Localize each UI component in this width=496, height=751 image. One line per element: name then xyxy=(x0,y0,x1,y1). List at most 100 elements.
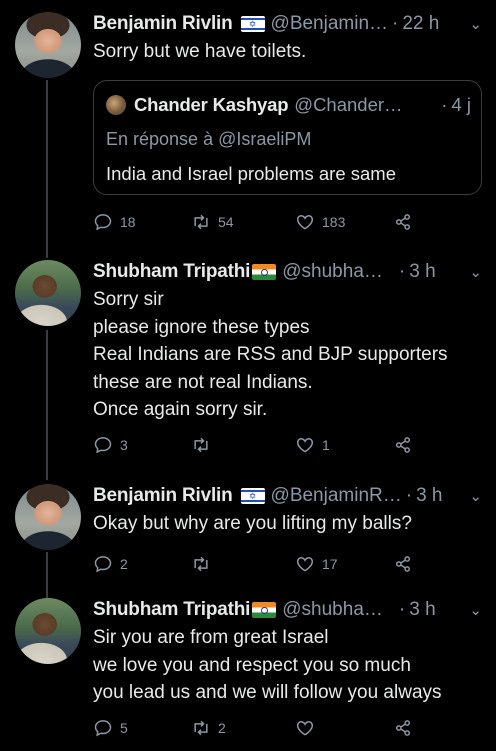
timestamp[interactable]: 3 h xyxy=(409,261,435,283)
action-bar: 2 17 xyxy=(93,552,423,576)
avatar xyxy=(106,95,126,115)
share-button[interactable] xyxy=(393,210,413,234)
timestamp[interactable]: 3 h xyxy=(416,485,442,507)
reply-button[interactable]: 3 xyxy=(93,433,128,457)
tweet-line: Sorry but we have toilets. xyxy=(93,41,307,62)
like-count: 183 xyxy=(322,214,346,230)
retweet-count: 2 xyxy=(218,720,226,736)
avatar[interactable] xyxy=(15,12,81,78)
retweet-button[interactable]: 2 xyxy=(191,716,226,740)
reply-icon xyxy=(94,437,112,454)
chevron-down-icon[interactable]: ⌄ xyxy=(463,15,482,33)
avatar[interactable] xyxy=(15,484,81,550)
avatar[interactable] xyxy=(15,598,81,664)
israel-flag-icon: ✡ xyxy=(240,488,265,504)
tweet-line: Once again sorry sir. xyxy=(93,399,268,420)
retweet-icon xyxy=(194,437,208,453)
heart-icon xyxy=(296,557,314,572)
like-button[interactable] xyxy=(295,716,322,740)
tweet-line: Sir you are from great Israel xyxy=(93,627,329,648)
quoted-tweet[interactable]: Chander Kashyap @Chander… · 4 j En répon… xyxy=(93,80,482,195)
chevron-down-icon[interactable]: ⌄ xyxy=(463,487,482,505)
heart-icon xyxy=(296,438,314,453)
tweet-line: please ignore these types xyxy=(93,316,310,338)
author-handle[interactable]: @BenjaminR… xyxy=(271,485,402,507)
reply-icon xyxy=(94,556,112,573)
like-count: 17 xyxy=(322,556,338,572)
reply-icon xyxy=(94,720,112,737)
israel-flag-icon: ✡ xyxy=(240,16,265,32)
india-flag-icon xyxy=(252,264,277,280)
tweet-header: Benjamin Rivlin ✡ @Benjamin… · 22 h ⌄ xyxy=(93,10,482,38)
share-button[interactable] xyxy=(393,433,413,457)
heart-icon xyxy=(296,215,314,230)
heart-icon xyxy=(296,721,314,736)
share-icon xyxy=(395,720,411,736)
reply-button[interactable]: 2 xyxy=(93,552,128,576)
share-icon xyxy=(395,556,411,572)
author-handle[interactable]: @shubha… xyxy=(282,599,383,621)
action-bar: 18 54 183 xyxy=(93,210,423,234)
timestamp[interactable]: 22 h xyxy=(402,13,439,35)
reply-count: 5 xyxy=(120,720,128,736)
separator: · xyxy=(441,94,448,115)
retweet-button[interactable]: 54 xyxy=(191,210,234,234)
action-bar: 3 1 xyxy=(93,433,423,457)
tweet[interactable]: Benjamin Rivlin ✡ @BenjaminR… · 3 h ⌄ Ok… xyxy=(0,478,496,596)
tweet-line: we love you and respect you so much xyxy=(93,654,411,676)
quote-header: Chander Kashyap @Chander… · 4 j xyxy=(106,93,471,117)
chevron-down-icon[interactable]: ⌄ xyxy=(463,263,482,281)
tweet-text: Sorry sir please ignore these types Real… xyxy=(93,286,486,424)
author-name[interactable]: Shubham Tripathi xyxy=(93,261,250,283)
tweet-line: you lead us and we will follow you alway… xyxy=(93,682,442,703)
author-handle[interactable]: @shubha… xyxy=(282,261,383,283)
share-button[interactable] xyxy=(393,716,413,740)
author-handle[interactable]: @Benjamin… xyxy=(271,13,389,35)
quote-text: India and Israel problems are same xyxy=(106,163,396,184)
quote-reply-context: En réponse à @IsraeliPM xyxy=(106,129,312,149)
separator: · xyxy=(398,599,406,620)
reply-count: 2 xyxy=(120,556,128,572)
quote-timestamp: 4 j xyxy=(451,94,471,115)
tweet-text: Sorry but we have toilets. xyxy=(93,38,486,66)
tweet-text: Okay but why are you lifting my balls? xyxy=(93,510,486,538)
timestamp[interactable]: 3 h xyxy=(409,599,435,621)
share-icon xyxy=(395,437,411,453)
reply-icon xyxy=(94,214,112,231)
tweet[interactable]: Benjamin Rivlin ✡ @Benjamin… · 22 h ⌄ So… xyxy=(0,0,496,250)
reply-count: 18 xyxy=(120,214,136,230)
separator: · xyxy=(392,13,399,34)
retweet-button[interactable] xyxy=(191,552,218,576)
reply-button[interactable]: 18 xyxy=(93,210,136,234)
tweet-line: these are not real Indians. xyxy=(93,371,313,393)
author-name[interactable]: Shubham Tripathi xyxy=(93,599,250,621)
chevron-down-icon[interactable]: ⌄ xyxy=(463,601,482,619)
like-button[interactable]: 17 xyxy=(295,552,338,576)
india-flag-icon xyxy=(252,602,277,618)
reply-count: 3 xyxy=(120,437,128,453)
tweet-line: Real Indians are RSS and BJP supporters xyxy=(93,344,448,365)
tweet-line: Sorry sir xyxy=(93,289,164,310)
retweet-icon xyxy=(194,720,208,736)
tweet-text: Sir you are from great Israel we love yo… xyxy=(93,624,492,707)
author-name[interactable]: Benjamin Rivlin xyxy=(93,485,233,507)
tweet[interactable]: Shubham Tripathi @shubha… · 3 h ⌄ Sir yo… xyxy=(0,596,496,751)
tweet-header: Shubham Tripathi @shubha… · 3 h ⌄ xyxy=(93,596,482,624)
tweet[interactable]: Shubham Tripathi @shubha… · 3 h ⌄ Sorry … xyxy=(0,250,496,478)
tweet-header: Benjamin Rivlin ✡ @BenjaminR… · 3 h ⌄ xyxy=(93,482,482,510)
author-name[interactable]: Benjamin Rivlin xyxy=(93,13,233,35)
quote-author-handle: @Chander… xyxy=(294,94,403,115)
action-bar: 5 2 xyxy=(93,716,423,740)
like-button[interactable]: 183 xyxy=(295,210,345,234)
share-button[interactable] xyxy=(393,552,413,576)
like-count: 1 xyxy=(322,437,330,453)
like-button[interactable]: 1 xyxy=(295,433,330,457)
retweet-count: 54 xyxy=(218,214,234,230)
avatar[interactable] xyxy=(15,260,81,326)
quote-author-name: Chander Kashyap xyxy=(134,94,289,115)
separator: · xyxy=(405,485,413,506)
share-icon xyxy=(395,214,411,230)
separator: · xyxy=(398,261,406,282)
reply-button[interactable]: 5 xyxy=(93,716,128,740)
retweet-button[interactable] xyxy=(191,433,218,457)
